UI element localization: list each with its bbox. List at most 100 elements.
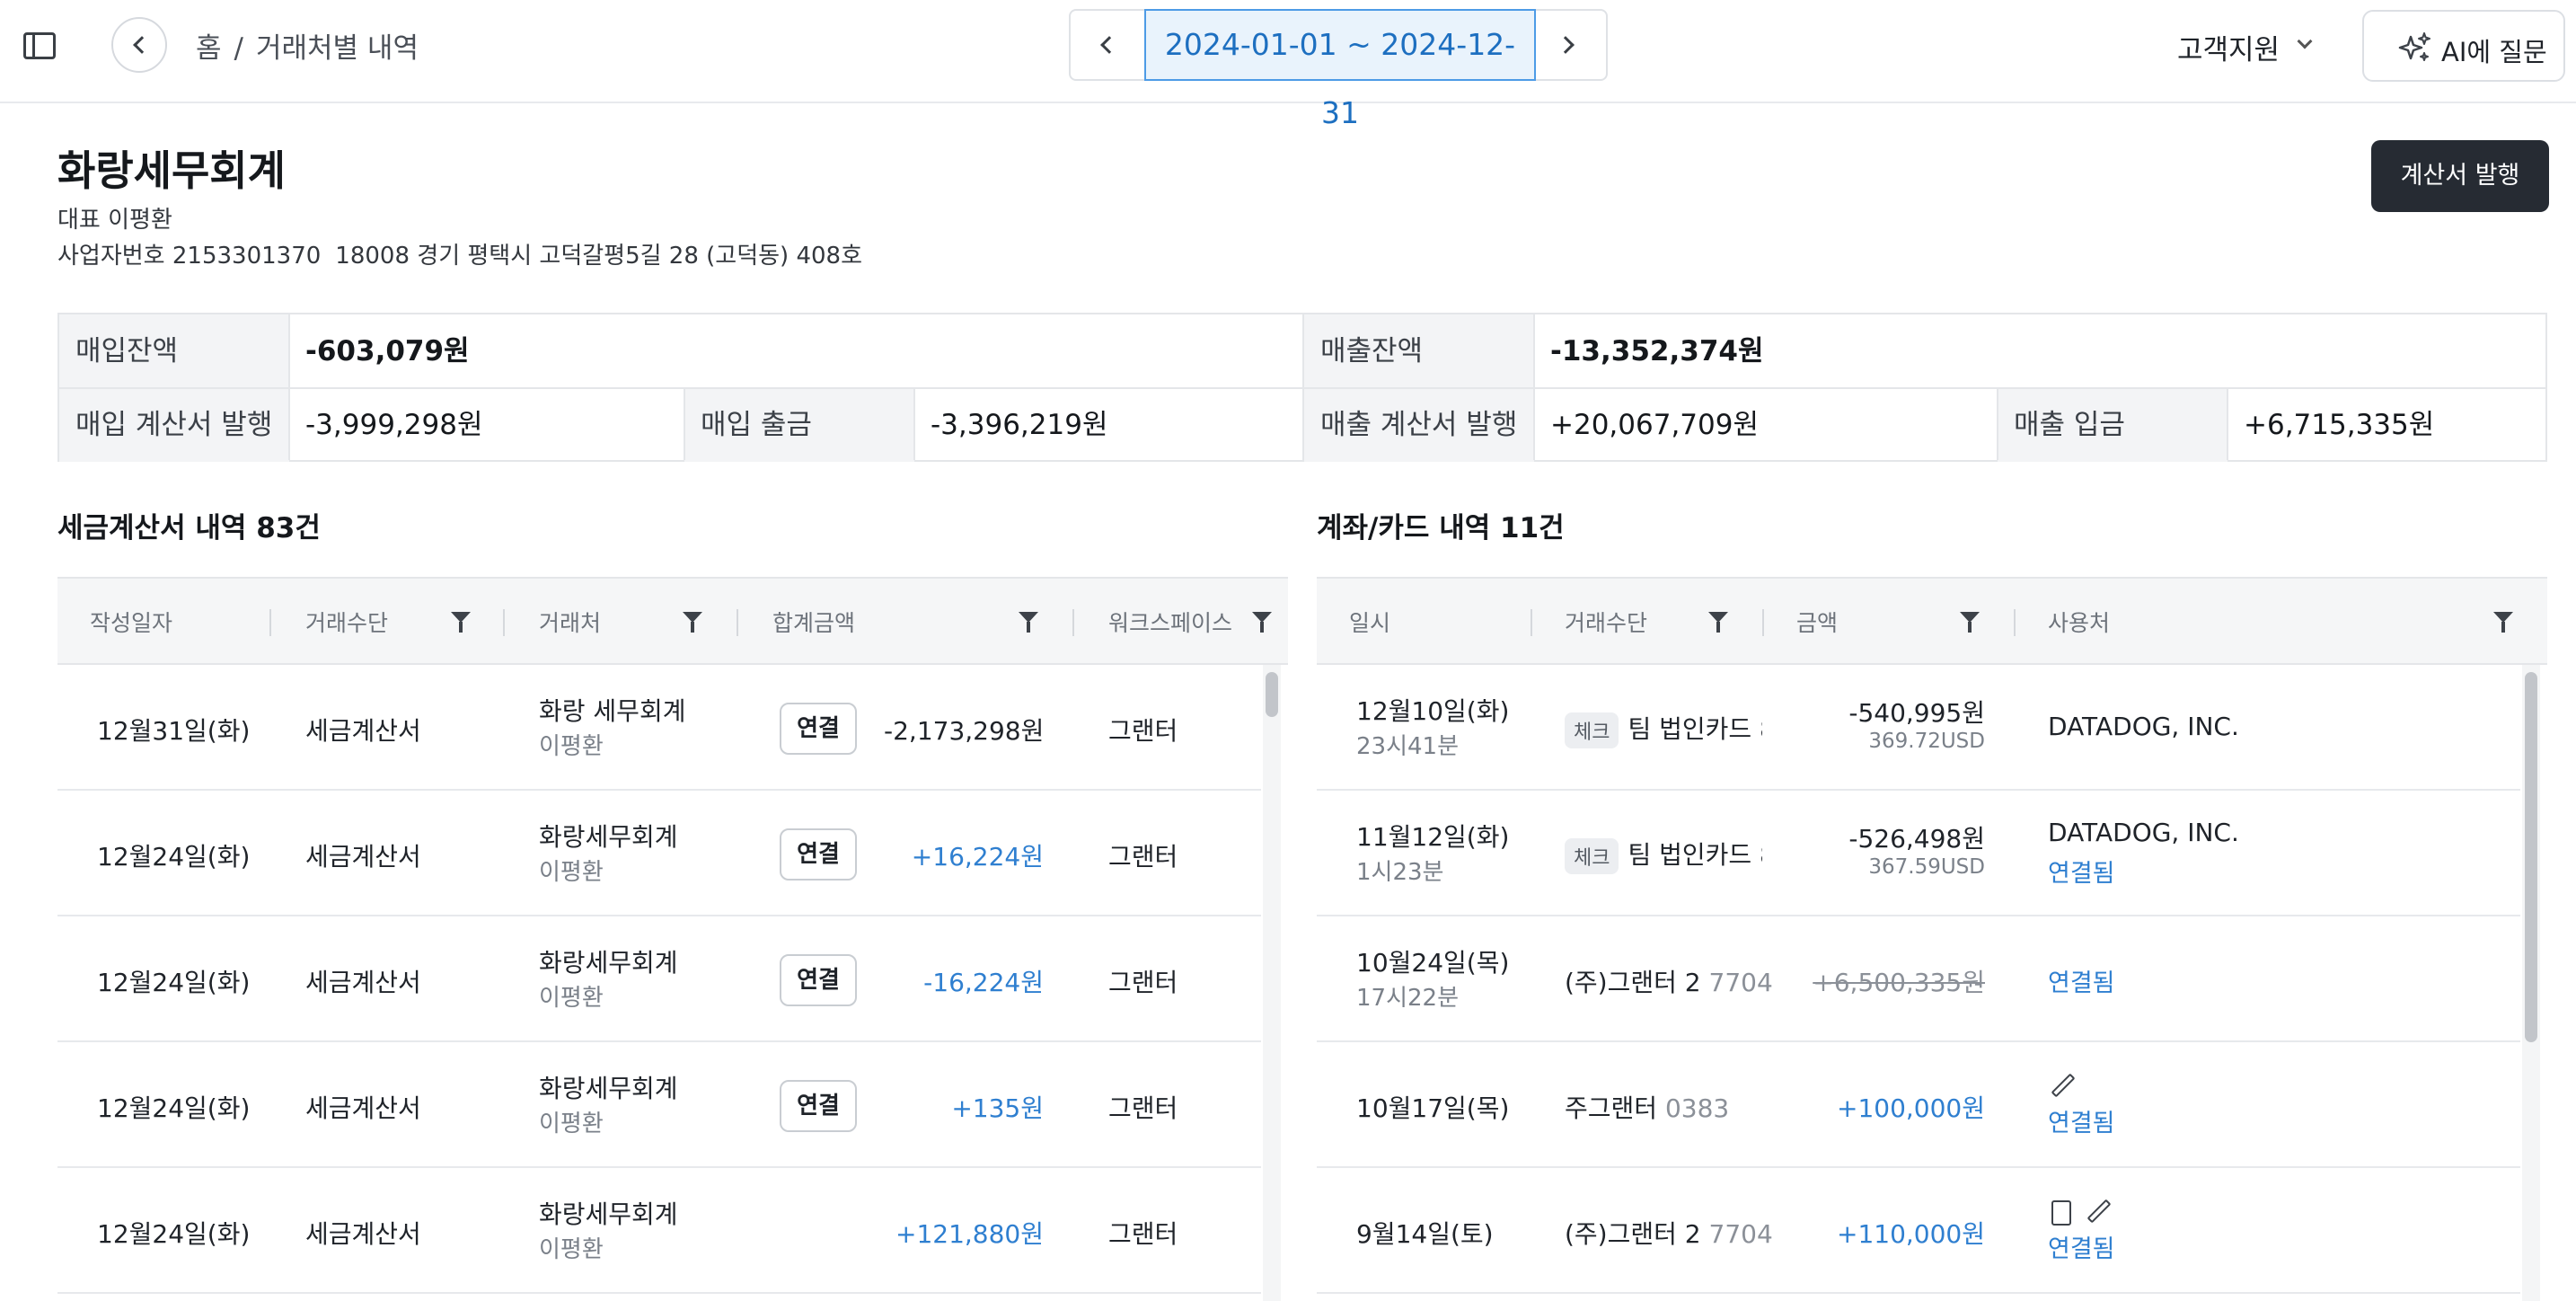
column-workspace[interactable]: 워크스페이스: [1108, 606, 1232, 638]
divider: [2227, 388, 2228, 460]
row-method-name: 팀 법인카드 8: [1628, 840, 1762, 870]
receipt-icon[interactable]: [2051, 1200, 2071, 1226]
balance-summary: 매입잔액 -603,079원 매입 계산서 발행 -3,999,298원 매입 …: [57, 313, 2547, 462]
scrollbar[interactable]: [2522, 665, 2540, 1301]
row-date: 10월24일(목): [1356, 948, 1510, 978]
row-date: 12월10일(화): [1356, 696, 1510, 726]
row-representative: 이평환: [539, 733, 604, 760]
column-divider: [1072, 609, 1074, 636]
column-method[interactable]: 거래수단: [1565, 606, 1647, 638]
link-button[interactable]: 연결: [780, 828, 857, 881]
purchase-balance-value: -603,079원: [305, 335, 470, 367]
link-button[interactable]: 연결: [780, 703, 857, 755]
row-partner: 화랑 세무회계: [539, 696, 686, 726]
column-partner[interactable]: 거래처: [539, 606, 601, 638]
breadcrumb-home[interactable]: 홈: [196, 25, 222, 66]
breadcrumb-separator: /: [234, 32, 243, 65]
sales-invoice-label: 매출 계산서 발행: [1304, 388, 1534, 462]
date-range-value[interactable]: 2024-01-01 ~ 2024-12-31: [1144, 9, 1536, 130]
row-method: 세금계산서: [305, 716, 421, 746]
row-method: 세금계산서: [305, 1093, 421, 1123]
filter-icon[interactable]: [1708, 612, 1728, 633]
pencil-icon[interactable]: [2051, 1073, 2076, 1098]
ask-ai-button[interactable]: AI에 질문: [2362, 10, 2565, 82]
table-row[interactable]: 10월24일(목) 17시22분 (주)그랜터 2 7704 +6,500,33…: [1317, 916, 2520, 1042]
table-row[interactable]: 12월31일(화) 세금계산서 화랑 세무회계 이평환 연결 -2,173,29…: [57, 665, 1261, 791]
support-menu[interactable]: 고객지원: [2177, 27, 2280, 67]
table-row[interactable]: 12월10일(화) 23시41분 체크 팀 법인카드 8 -540,995원 36…: [1317, 665, 2520, 791]
column-divider: [2014, 609, 2016, 636]
column-divider: [737, 609, 738, 636]
purchase-out-label: 매입 출금: [684, 388, 914, 462]
column-amount[interactable]: 합계금액: [772, 606, 855, 638]
table-header: 작성일자 거래수단 거래처 합계금액 워크스페이스: [57, 577, 1288, 665]
company-representative: 대표 이평환: [57, 207, 172, 234]
link-button[interactable]: 연결: [780, 954, 857, 1006]
table-row[interactable]: 10월17일(목) 주그랜터 0383 +100,000원 연결됨: [1317, 1042, 2520, 1168]
back-button[interactable]: [111, 17, 167, 73]
table-row[interactable]: 11월12일(화) 1시23분 체크 팀 법인카드 8 -526,498원 367…: [1317, 791, 2520, 916]
column-amount[interactable]: 금액: [1796, 606, 1838, 638]
linked-status[interactable]: 연결됨: [2048, 1229, 2115, 1264]
account-table: 일시 거래수단 금액 사용처 12월10일(화) 23시41분 체크 팀 법인카드…: [1317, 577, 2547, 1301]
linked-status[interactable]: 연결됨: [2048, 963, 2115, 998]
table-row[interactable]: 12월24일(화) 세금계산서 화랑세무회계 이평환 +121,880원 그랜터: [57, 1168, 1261, 1294]
issue-invoice-button[interactable]: 계산서 발행: [2371, 140, 2549, 212]
table-row[interactable]: 9월14일(토) (주)그랜터 2 7704 +110,000원 연결됨: [1317, 1168, 2520, 1294]
row-workspace: 그랜터: [1108, 716, 1178, 746]
column-divider: [269, 609, 271, 636]
row-representative: 이평환: [539, 985, 604, 1012]
row-amount: +121,880원: [895, 1219, 1044, 1249]
date-next-button[interactable]: [1536, 11, 1606, 79]
column-datetime[interactable]: 일시: [1349, 606, 1390, 638]
row-date: 12월24일(화): [97, 1219, 251, 1249]
purchase-invoice-label: 매입 계산서 발행: [59, 388, 289, 462]
chevron-left-icon: [133, 36, 151, 54]
breadcrumb: 홈 / 거래처별 내역: [196, 25, 419, 66]
date-prev-button[interactable]: [1071, 11, 1144, 79]
row-date: 10월17일(목): [1356, 1093, 1510, 1123]
row-amount: -540,995원: [1848, 698, 1985, 728]
row-foreign-amount: 367.59USD: [1868, 855, 1985, 879]
filter-icon[interactable]: [1960, 612, 1980, 633]
row-merchant: DATADOG, INC.: [2048, 818, 2239, 847]
filter-icon[interactable]: [451, 612, 471, 633]
row-method: 세금계산서: [305, 842, 421, 872]
table-row[interactable]: 12월24일(화) 세금계산서 화랑세무회계 이평환 연결 +16,224원 그…: [57, 791, 1261, 916]
table-row[interactable]: 12월24일(화) 세금계산서 화랑세무회계 이평환 연결 -16,224원 그…: [57, 916, 1261, 1042]
divider: [1533, 314, 1535, 460]
row-method-name: (주)그랜터 2: [1565, 1219, 1701, 1249]
table-row[interactable]: 12월24일(화) 세금계산서 화랑세무회계 이평환 연결 +135원 그랜터: [57, 1042, 1261, 1168]
row-workspace: 그랜터: [1108, 1093, 1178, 1123]
row-method-name: 주그랜터: [1565, 1093, 1658, 1123]
filter-icon[interactable]: [683, 612, 702, 633]
column-date[interactable]: 작성일자: [90, 606, 172, 638]
column-merchant[interactable]: 사용처: [2048, 606, 2110, 638]
row-method: (주)그랜터 2 7704: [1565, 1215, 1773, 1251]
row-merchant: DATADOG, INC.: [2048, 712, 2239, 741]
sidebar-toggle-icon[interactable]: [23, 32, 56, 59]
scrollbar[interactable]: [1263, 665, 1281, 1301]
row-date: 11월12일(화): [1356, 822, 1510, 852]
sparkle-icon: [2398, 32, 2430, 61]
filter-icon[interactable]: [1252, 612, 1272, 633]
row-method: (주)그랜터 2 7704: [1565, 963, 1773, 999]
row-method: 세금계산서: [305, 1219, 421, 1249]
linked-status[interactable]: 연결됨: [2048, 1103, 2115, 1138]
check-card-badge: 체크: [1565, 712, 1619, 748]
column-method[interactable]: 거래수단: [305, 606, 388, 638]
row-workspace: 그랜터: [1108, 1219, 1178, 1249]
link-button[interactable]: 연결: [780, 1080, 857, 1132]
divider: [913, 388, 915, 460]
row-method: 체크 팀 법인카드 8: [1565, 836, 1762, 874]
pencil-icon[interactable]: [2086, 1199, 2112, 1224]
scrollbar-thumb[interactable]: [2525, 672, 2537, 1042]
filter-icon[interactable]: [2493, 612, 2513, 633]
linked-status[interactable]: 연결됨: [2048, 854, 2115, 889]
row-date: 12월24일(화): [97, 968, 251, 997]
scrollbar-thumb[interactable]: [1266, 672, 1278, 717]
row-amount: -2,173,298원: [884, 716, 1045, 746]
row-method: 세금계산서: [305, 968, 421, 997]
filter-icon[interactable]: [1019, 612, 1038, 633]
sales-in-label: 매출 입금: [1998, 388, 2228, 462]
